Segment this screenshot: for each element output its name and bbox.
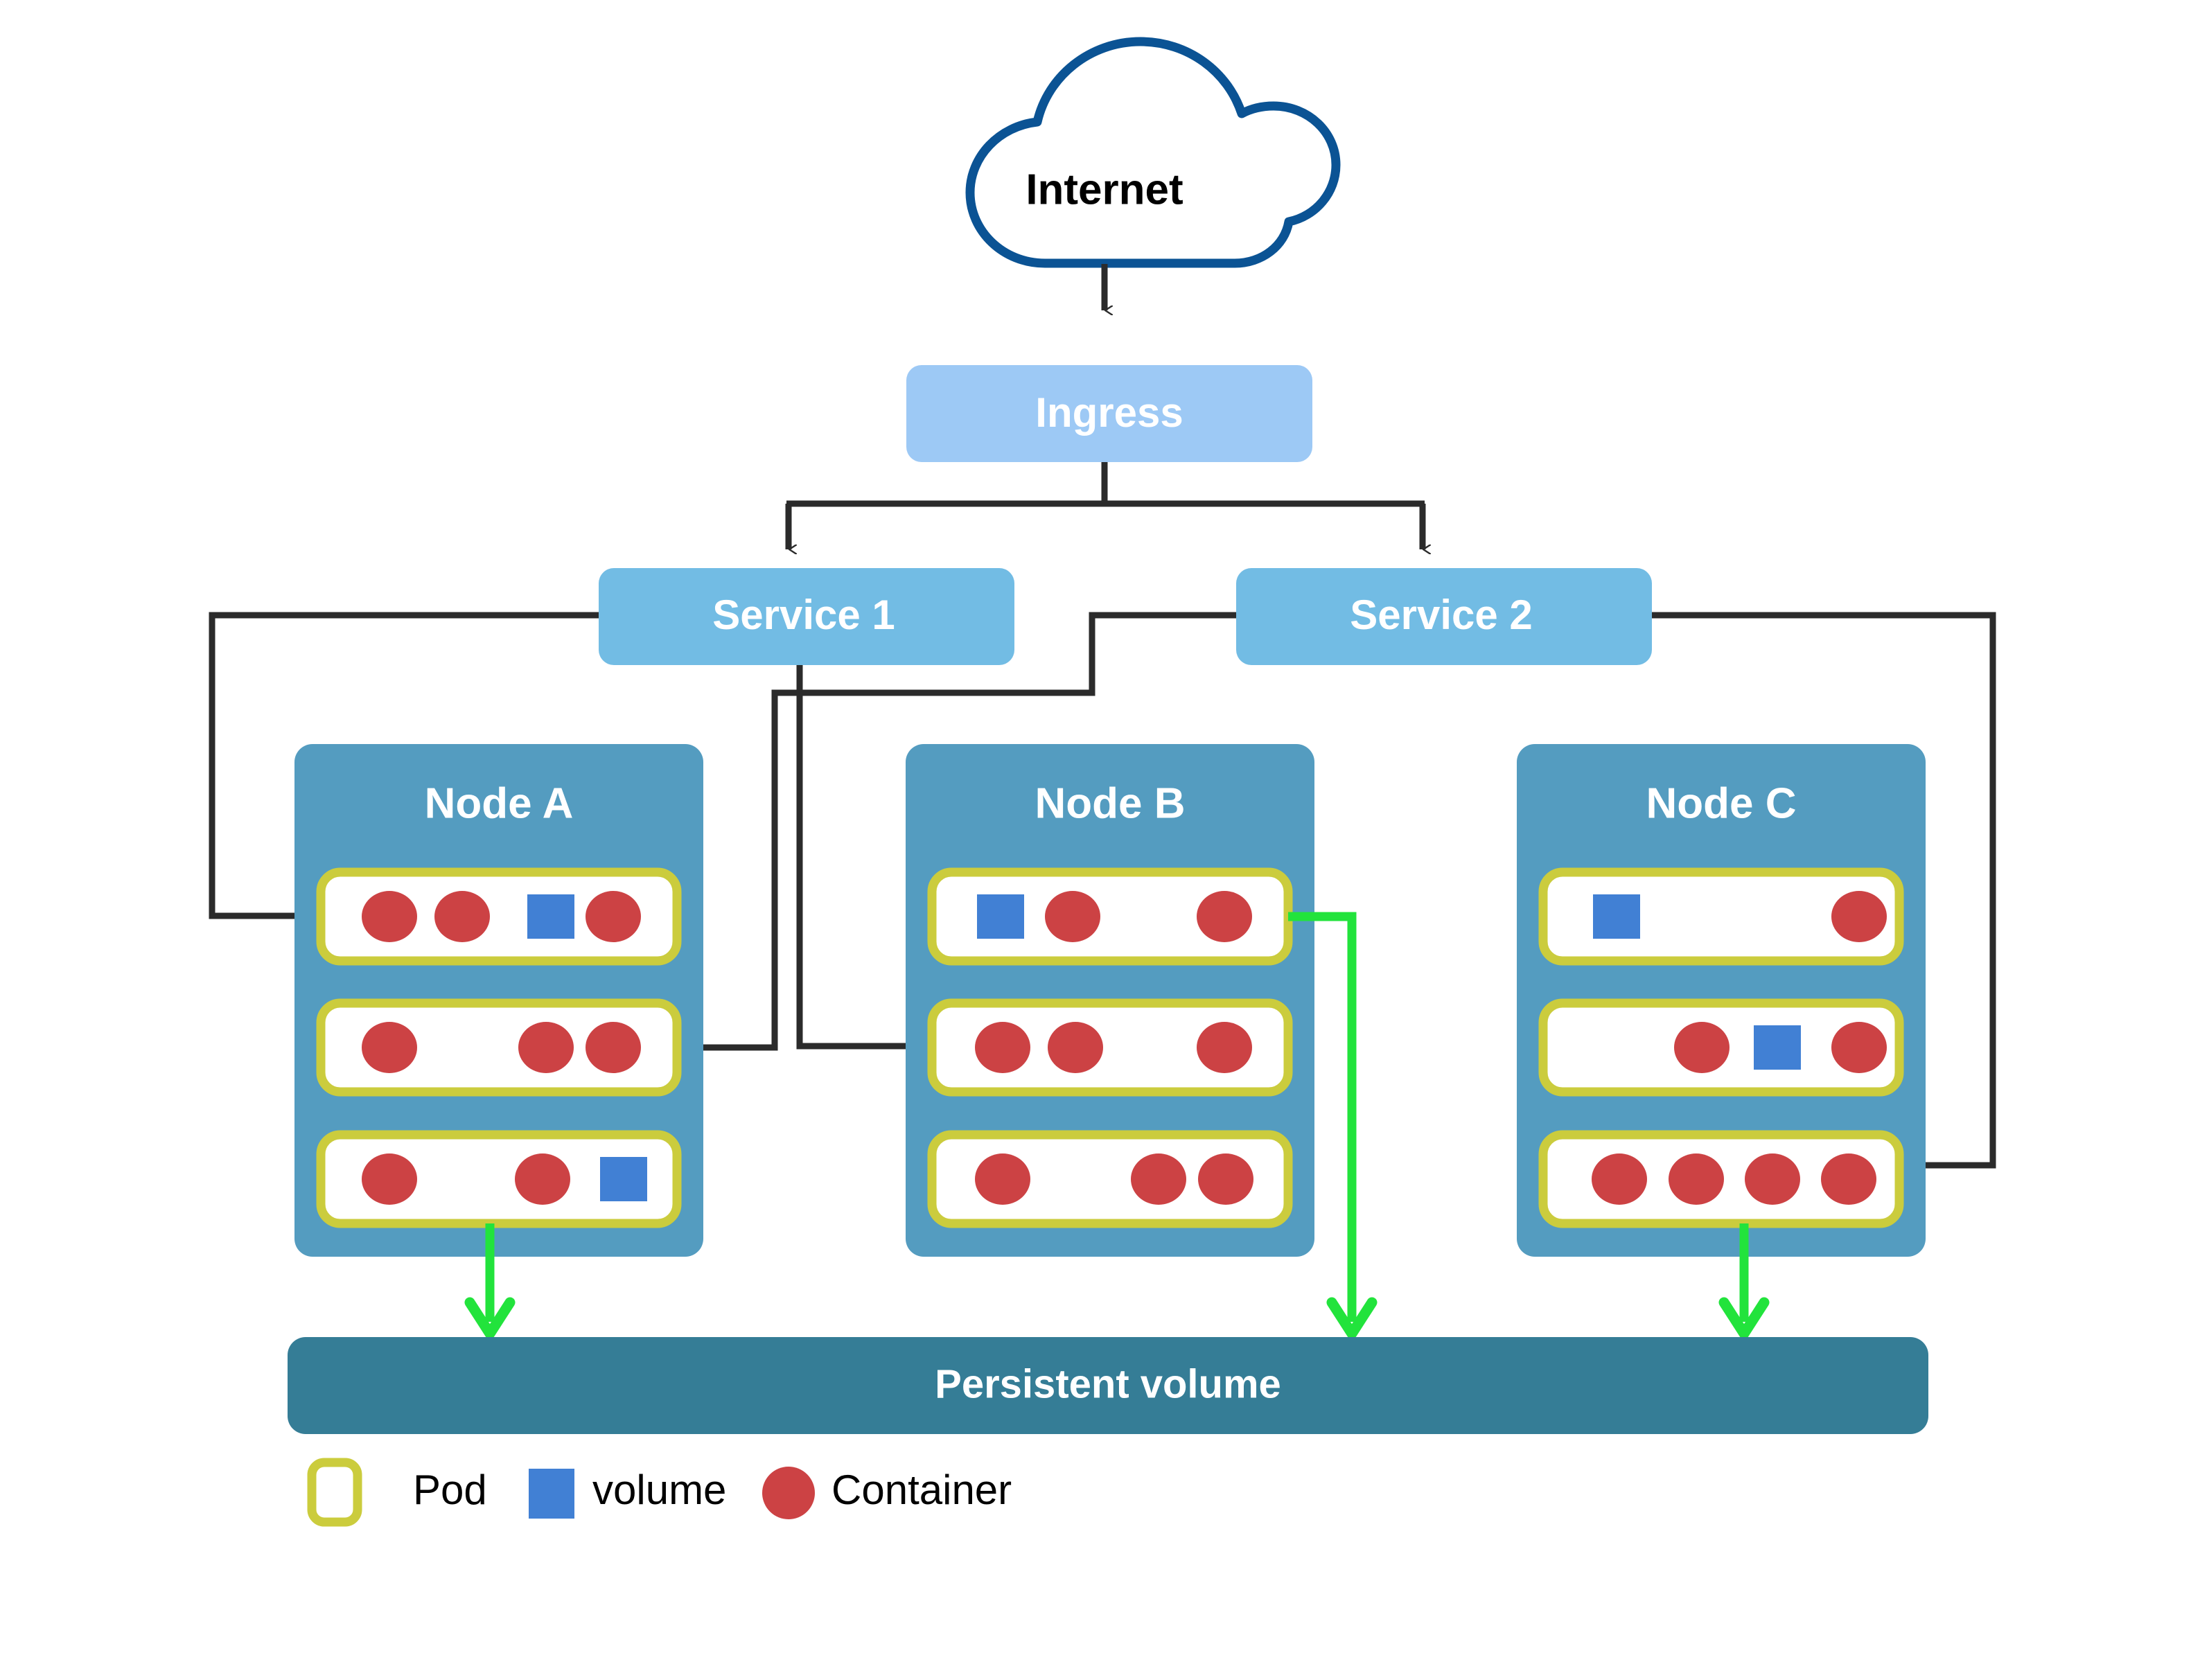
diagram-canvas: Internet Ingress Service 1 Service 2 Nod… <box>0 0 2209 1680</box>
node-b-title: Node B <box>1035 779 1186 827</box>
node-a-title: Node A <box>425 779 574 827</box>
diagram-text-layer: Internet Ingress Service 1 Service 2 Nod… <box>413 166 1797 1513</box>
service-1-label: Service 1 <box>712 592 895 638</box>
persistent-volume-label: Persistent volume <box>935 1361 1281 1406</box>
service-2-label: Service 2 <box>1350 592 1533 638</box>
legend-label-container: Container <box>831 1467 1012 1513</box>
legend-label-pod: Pod <box>413 1467 487 1513</box>
cloud-label: Internet <box>1026 166 1183 213</box>
legend-label-volume: volume <box>592 1467 726 1513</box>
node-c-title: Node C <box>1646 779 1797 827</box>
ingress-label: Ingress <box>1035 389 1183 436</box>
